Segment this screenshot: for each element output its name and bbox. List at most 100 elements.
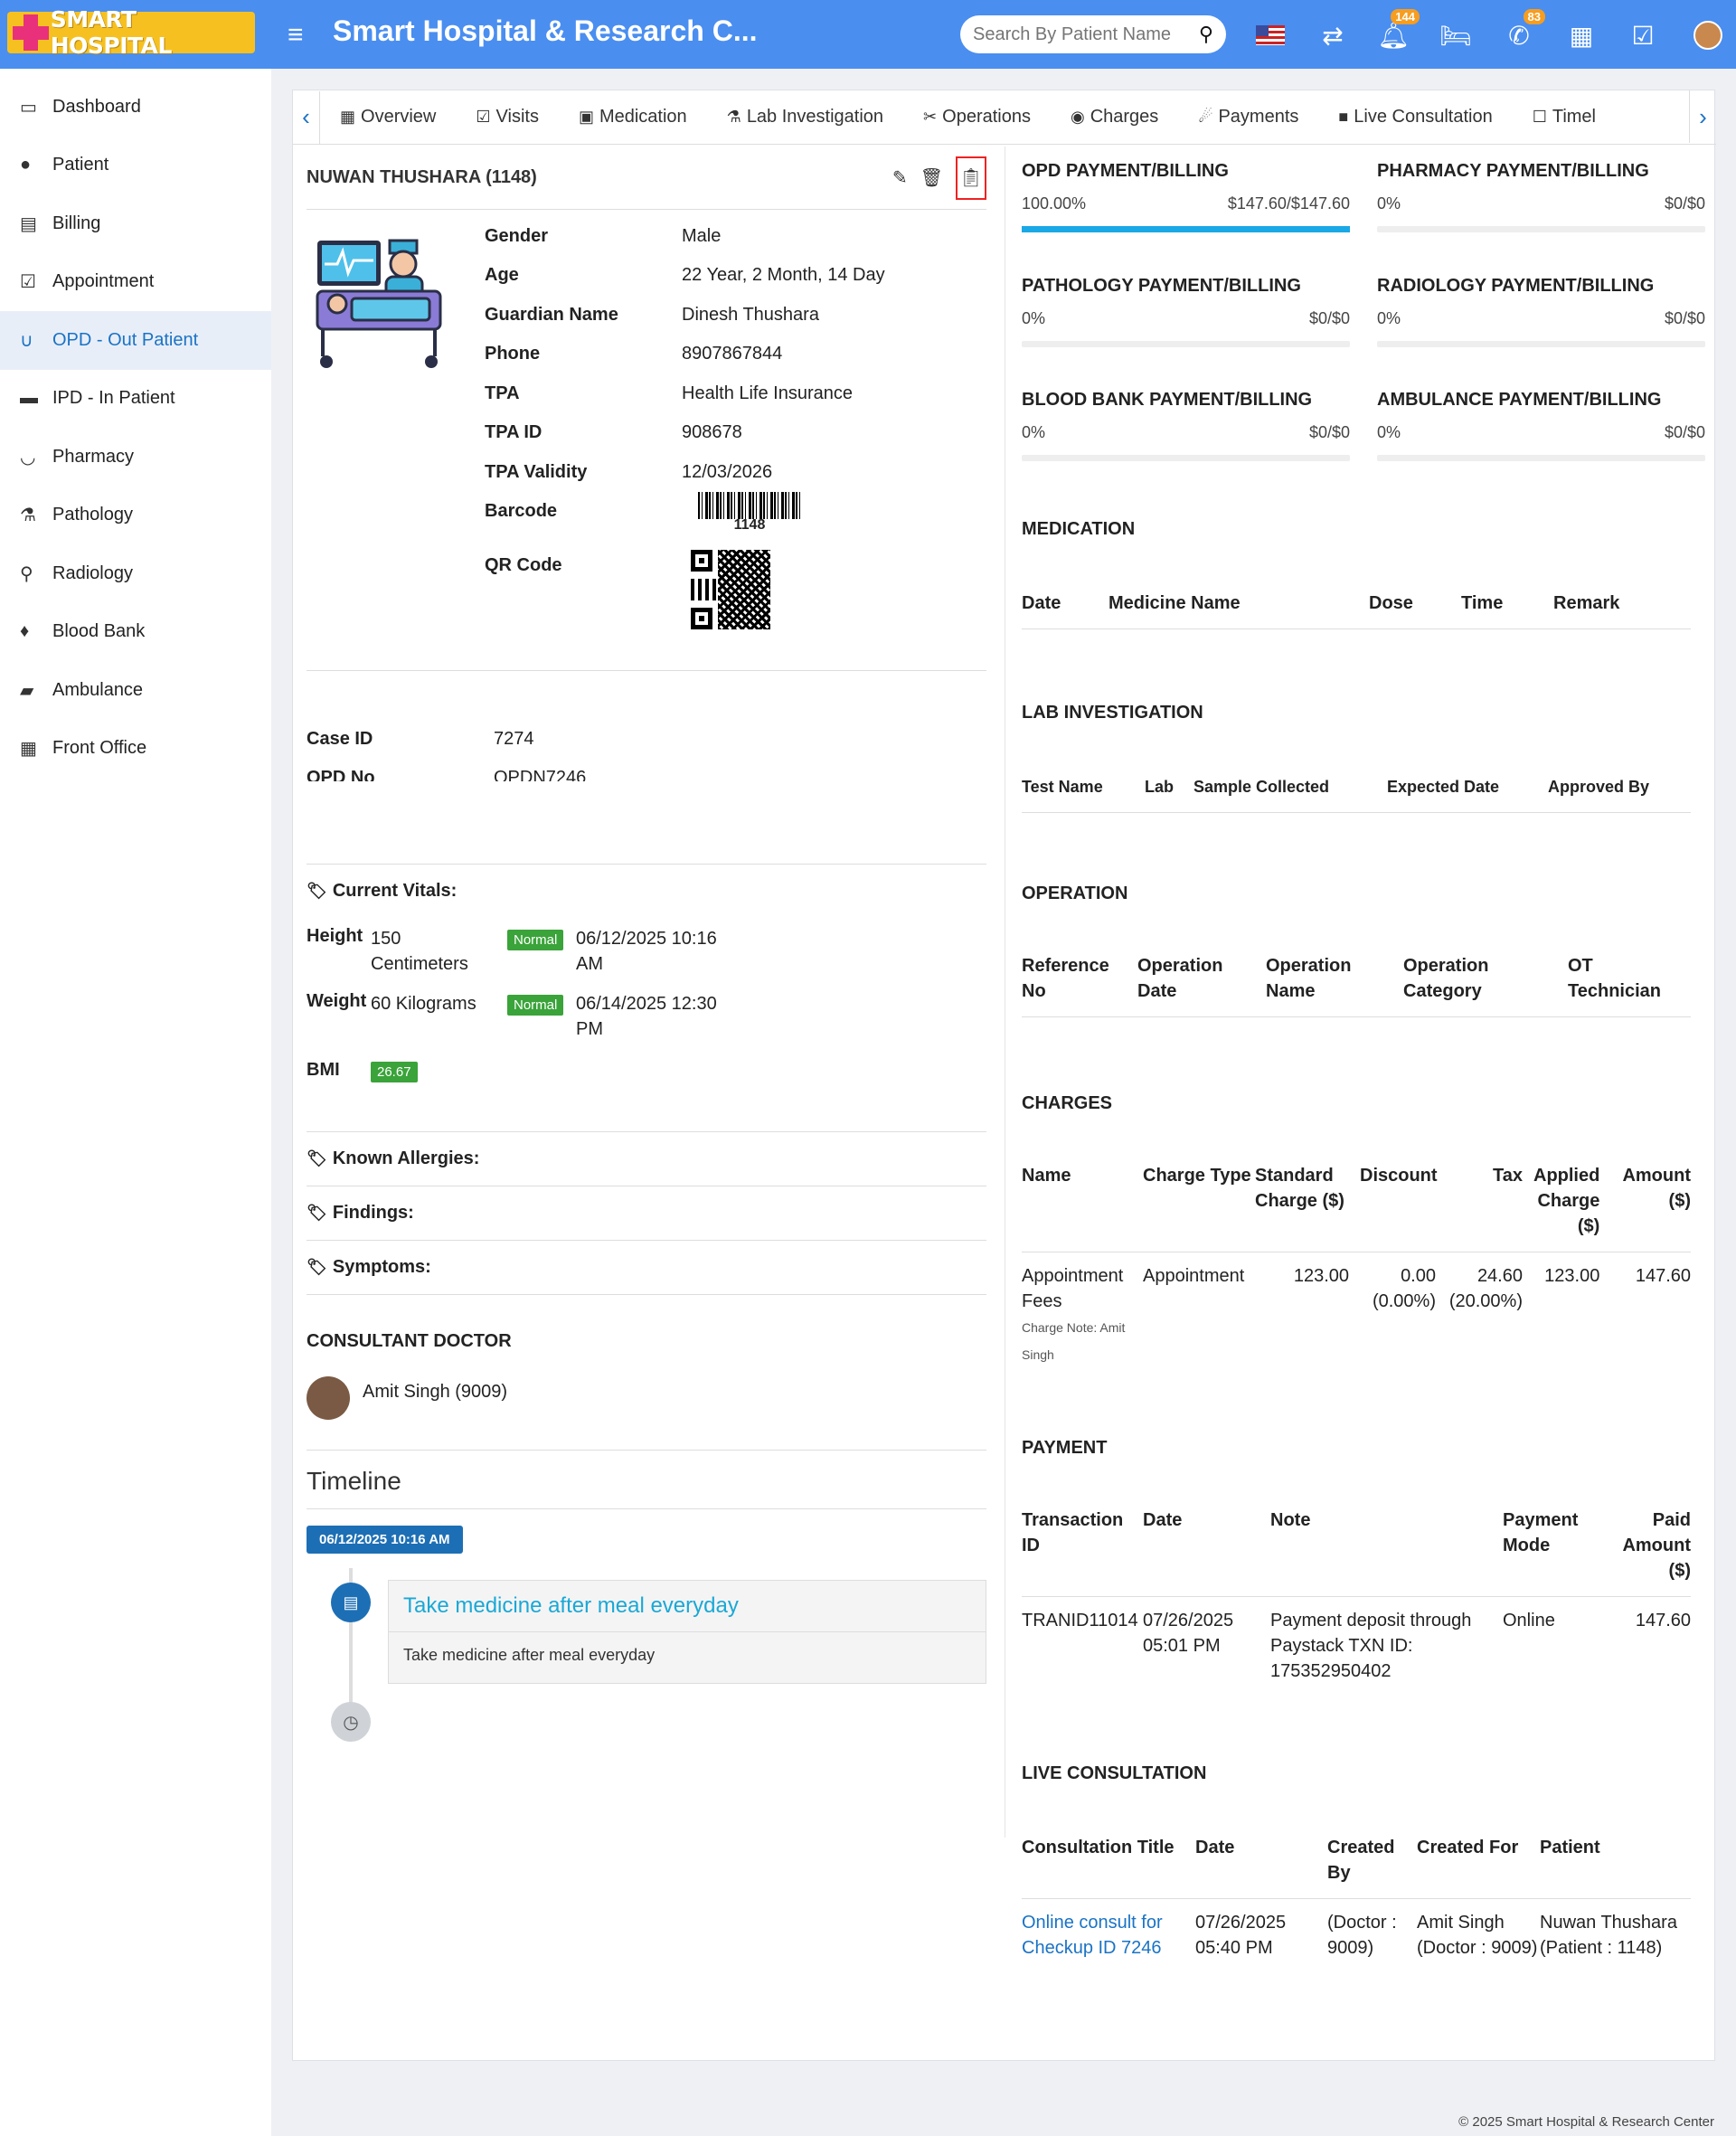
bell-icon[interactable]: 🔔︎ 144 xyxy=(1376,9,1420,52)
microscope-icon: ⚗ xyxy=(726,108,741,126)
timeline: Timeline 06/12/2025 10:16 AM ▤ Take medi… xyxy=(307,1451,986,1742)
operation-table: Reference No Operation Date Operation Name… xyxy=(1022,953,1691,1017)
operation-section: OPERATION Reference No Operation Date Oper… xyxy=(1022,884,1691,1017)
patient-search[interactable]: ⚲ xyxy=(960,15,1226,53)
sidebar-item-pharmacy[interactable]: ◡ Pharmacy xyxy=(0,428,271,487)
hospital-logo[interactable]: SMART HOSPITAL xyxy=(7,6,255,59)
sidebar-item-appointment[interactable]: ☑ Appointment xyxy=(0,253,271,312)
bmi-badge: 26.67 xyxy=(371,1062,418,1082)
bill-blood-bank: BLOOD BANK PAYMENT/BILLING 0% $0/$0 xyxy=(1022,390,1350,461)
whatsapp-icon[interactable]: ✆ 83 xyxy=(1502,9,1545,52)
microscope-icon: ⚲ xyxy=(20,563,33,584)
tab-scroll-left-icon[interactable]: ‹ xyxy=(293,90,320,144)
barcode-image: 1148 xyxy=(698,492,801,533)
file-icon: ▤ xyxy=(20,213,37,234)
sidebar-item-billing[interactable]: ▤ Billing xyxy=(0,194,271,253)
bill-opd: OPD PAYMENT/BILLING 100.00% $147.60/$147.6… xyxy=(1022,161,1350,232)
user-icon: ● xyxy=(20,155,32,175)
tag-icon: 🏷︎ xyxy=(307,1258,327,1276)
tab-live-consultation[interactable]: ■ Live Consultation xyxy=(1318,91,1512,144)
tab-visits[interactable]: ☑ Visits xyxy=(456,91,559,144)
known-allergies: 🏷︎ Known Allergies: xyxy=(307,1132,986,1186)
live-consultation-heading: LIVE CONSULTATION xyxy=(1022,1763,1207,1783)
tab-operations[interactable]: ✂ Operations xyxy=(903,91,1051,144)
height-status-badge: Normal xyxy=(507,930,564,950)
table-row: Online consult for Checkup ID 7246 07/26/… xyxy=(1022,1899,1691,1961)
bed-icon: ▬ xyxy=(20,388,38,409)
medication-section: MEDICATION Date Medicine Name Dose Time Rema… xyxy=(1022,519,1691,629)
opd-no-row: OPD No OPDN7246 xyxy=(307,761,986,781)
case-info: Case ID 7274 OPD No OPDN7246 xyxy=(307,671,986,865)
doctor-name[interactable]: Amit Singh (9009) xyxy=(363,1382,507,1403)
clipboard-icon[interactable]: 📋︎ xyxy=(956,156,986,200)
case-id-label: Case ID xyxy=(307,729,373,749)
sidebar-item-dashboard[interactable]: ▭ Dashboard xyxy=(0,78,271,137)
qr-code-image xyxy=(691,550,770,629)
opd-no-label: OPD No xyxy=(307,768,375,781)
hand-money-icon: ☄ xyxy=(1198,108,1213,126)
patient-right-column: OPD PAYMENT/BILLING 100.00% $147.60/$147.6… xyxy=(1005,146,1705,1958)
delete-icon[interactable]: 🗑︎ xyxy=(920,166,943,189)
tag-icon: 🏷︎ xyxy=(307,1204,327,1222)
tab-payments[interactable]: ☄ Payments xyxy=(1178,91,1318,144)
monitor-icon: ▭ xyxy=(20,97,37,118)
tab-bar: ‹ ▦ Overview ☑ Visits ▣ Medication ⚗ Lab Inv… xyxy=(293,90,1716,145)
menu-toggle-icon[interactable]: ≡ xyxy=(288,20,304,51)
tab-scroll-right-icon[interactable]: › xyxy=(1689,90,1716,143)
whatsapp-badge: 83 xyxy=(1523,9,1545,24)
search-input[interactable] xyxy=(973,24,1181,45)
charges-section: CHARGES Name Charge Type Standard Charge (… xyxy=(1022,1093,1691,1368)
sidebar-item-partial[interactable] xyxy=(0,778,271,799)
weight-date: 06/14/2025 12:30 PM xyxy=(576,994,717,1039)
task-icon[interactable]: ☑ xyxy=(1626,18,1660,52)
user-avatar[interactable] xyxy=(1691,18,1725,52)
timeline-date-badge: 06/12/2025 10:16 AM xyxy=(307,1526,463,1554)
switch-icon[interactable]: ⇄ xyxy=(1316,18,1350,52)
search-icon[interactable]: ⚲ xyxy=(1199,23,1213,46)
weight-value: 60 Kilograms xyxy=(371,994,476,1014)
operation-heading: OPERATION xyxy=(1022,884,1128,903)
grid-icon: ▦ xyxy=(340,108,356,126)
patient-info: Gender Male Age 22 Year, 2 Month, 14 Day G… xyxy=(307,210,986,671)
clock-icon: ◷ xyxy=(331,1702,371,1742)
consultation-link[interactable]: Online consult for Checkup ID 7246 xyxy=(1022,1899,1195,1961)
tab-overview[interactable]: ▦ Overview xyxy=(320,91,456,144)
calendar-icon[interactable]: ▦ xyxy=(1564,18,1599,52)
sidebar: ▭ Dashboard ● Patient ▤ Billing ☑ Appointmen… xyxy=(0,69,271,2136)
sidebar-item-ambulance[interactable]: ▰ Ambulance xyxy=(0,661,271,720)
weight-status-badge: Normal xyxy=(507,995,564,1016)
tab-timeline[interactable]: ☐ Timel xyxy=(1513,91,1616,144)
sidebar-item-blood-bank[interactable]: ♦ Blood Bank xyxy=(0,603,271,662)
sidebar-item-ipd[interactable]: ▬ IPD - In Patient xyxy=(0,370,271,429)
timeline-entry-title[interactable]: Take medicine after meal everyday xyxy=(389,1581,986,1632)
height-value: 150 Centimeters xyxy=(371,929,468,974)
patient-name: NUWAN THUSHARA (1148) xyxy=(307,167,537,187)
bed-icon[interactable]: 🛏︎ xyxy=(1439,18,1473,52)
lab-heading: LAB INVESTIGATION xyxy=(1022,703,1203,723)
sidebar-item-radiology[interactable]: ⚲ Radiology xyxy=(0,544,271,603)
tab-lab-investigation[interactable]: ⚗ Lab Investigation xyxy=(707,91,903,144)
bill-pharmacy: PHARMACY PAYMENT/BILLING 0% $0/$0 xyxy=(1377,161,1705,232)
flask-icon: ⚗ xyxy=(20,506,36,526)
sidebar-item-pathology[interactable]: ⚗ Pathology xyxy=(0,487,271,545)
stethoscope-icon: ∪ xyxy=(20,330,33,351)
cross-icon xyxy=(7,12,51,53)
bill-radiology: RADIOLOGY PAYMENT/BILLING 0% $0/$0 xyxy=(1377,276,1705,347)
sidebar-item-front-office[interactable]: ▦ Front Office xyxy=(0,720,271,779)
bill-ambulance: AMBULANCE PAYMENT/BILLING 0% $0/$0 xyxy=(1377,390,1705,461)
edit-icon[interactable]: ✎ xyxy=(892,166,908,189)
case-id-value: 7274 xyxy=(494,729,534,749)
tab-charges[interactable]: ◉ Charges xyxy=(1051,91,1178,144)
sidebar-item-patient[interactable]: ● Patient xyxy=(0,137,271,195)
lab-investigation-section: LAB INVESTIGATION Test Name Lab Sample Col… xyxy=(1022,703,1691,813)
language-flag-icon[interactable] xyxy=(1253,18,1288,52)
tab-medication[interactable]: ▣ Medication xyxy=(559,91,707,144)
sidebar-item-opd[interactable]: ∪ OPD - Out Patient xyxy=(0,311,271,370)
patient-name-row: NUWAN THUSHARA (1148) ✎ 🗑︎ 📋︎ xyxy=(307,146,986,210)
patient-profile-panel: ‹ ▦ Overview ☑ Visits ▣ Medication ⚗ Lab Inv… xyxy=(292,90,1716,2061)
table-row: TRANID11014 07/26/2025 05:01 PM Payment de… xyxy=(1022,1611,1691,1681)
payment-table: Transaction ID Date Note Payment Mode Paid A… xyxy=(1022,1507,1691,1684)
symptoms: 🏷︎ Symptoms: xyxy=(307,1241,986,1295)
live-consultation-section: LIVE CONSULTATION Consultation Title Date… xyxy=(1022,1763,1691,1961)
ambulance-icon: ▰ xyxy=(20,680,34,701)
